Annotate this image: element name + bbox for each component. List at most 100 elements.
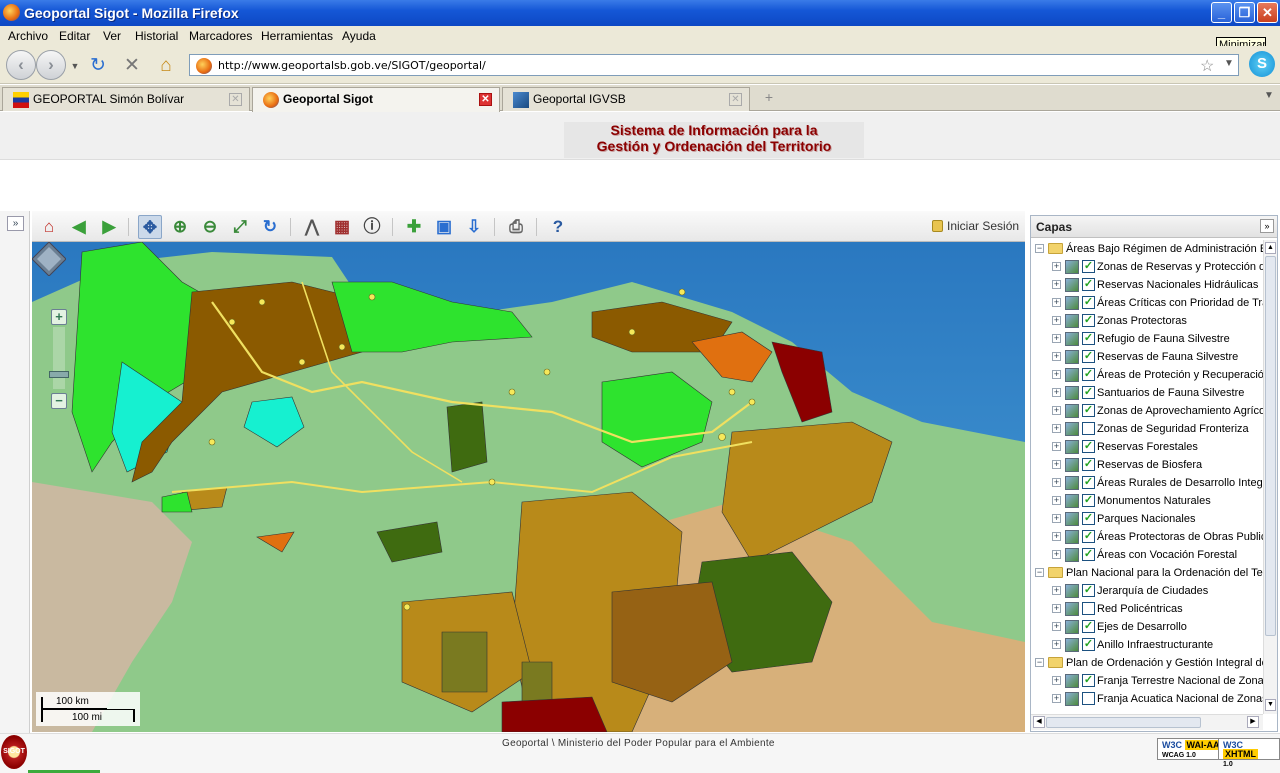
address-bar[interactable]: http://www.geoportalsb.gob.ve/SIGOT/geop…: [189, 54, 1239, 76]
zoom-bar[interactable]: [53, 327, 65, 389]
layer-checkbox[interactable]: ✓: [1082, 530, 1095, 543]
layer-item[interactable]: + ✓ Zonas de Reservas y Protección de: [1031, 258, 1263, 276]
layer-group-label[interactable]: Plan de Ordenación y Gestión Integral de: [1066, 654, 1263, 672]
zoom-out-icon[interactable]: ⊖: [198, 215, 222, 239]
url-text[interactable]: http://www.geoportalsb.gob.ve/SIGOT/geop…: [218, 59, 486, 72]
layer-item[interactable]: + ✓ Refugio de Fauna Silvestre: [1031, 330, 1263, 348]
layer-checkbox[interactable]: ✓: [1082, 512, 1095, 525]
home-extent-icon[interactable]: ⌂: [37, 215, 61, 239]
map-viewport[interactable]: + − 100 km 100 mi: [32, 242, 1025, 732]
menu-editar[interactable]: Editar: [59, 29, 90, 43]
history-dropdown-icon[interactable]: ▼: [64, 55, 86, 77]
maximize-button[interactable]: ❐: [1234, 2, 1255, 23]
layer-label[interactable]: Reservas Forestales: [1097, 438, 1198, 456]
layer-checkbox[interactable]: ✓: [1082, 494, 1095, 507]
layer-label[interactable]: Reservas Nacionales Hidráulicas: [1097, 276, 1258, 294]
tab-list-dropdown-icon[interactable]: ▼: [1264, 90, 1274, 101]
expand-layer-icon[interactable]: +: [1052, 370, 1061, 379]
layer-checkbox[interactable]: ✓: [1082, 458, 1095, 471]
pan-control-icon[interactable]: [32, 242, 66, 276]
layer-item[interactable]: + ✓ Áreas con Vocación Forestal: [1031, 546, 1263, 564]
info-icon[interactable]: ⓘ: [360, 215, 384, 239]
next-extent-icon[interactable]: ▶: [97, 215, 121, 239]
expand-layer-icon[interactable]: +: [1052, 262, 1061, 271]
previous-extent-icon[interactable]: ◀: [67, 215, 91, 239]
layer-checkbox[interactable]: ✓: [1082, 584, 1095, 597]
tab-geoportal-sigot[interactable]: Geoportal Sigot ✕: [252, 87, 500, 112]
layer-checkbox[interactable]: ✓: [1082, 260, 1095, 273]
layer-item[interactable]: + ✓ Zonas Protectoras: [1031, 312, 1263, 330]
tab-geoportal-simon-bolivar[interactable]: GEOPORTAL Simón Bolívar ✕: [2, 87, 250, 111]
layer-item[interactable]: + ✓ Áreas de Proteción y Recuperació: [1031, 366, 1263, 384]
expand-layer-icon[interactable]: +: [1052, 442, 1061, 451]
expand-layer-icon[interactable]: +: [1052, 676, 1061, 685]
expand-layer-icon[interactable]: +: [1052, 334, 1061, 343]
menu-historial[interactable]: Historial: [135, 29, 178, 43]
layer-label[interactable]: Jerarquía de Ciudades: [1097, 582, 1208, 600]
layer-label[interactable]: Franja Acuatica Nacional de Zonas: [1097, 690, 1263, 708]
layer-item[interactable]: + ✓ Áreas Rurales de Desarrollo Integr: [1031, 474, 1263, 492]
layer-group[interactable]: − Plan de Ordenación y Gestión Integral d…: [1031, 654, 1263, 672]
layer-checkbox[interactable]: [1082, 422, 1095, 435]
map-zoom-out-button[interactable]: −: [51, 393, 67, 409]
expand-layer-icon[interactable]: +: [1052, 694, 1061, 703]
layer-label[interactable]: Parques Nacionales: [1097, 510, 1195, 528]
layer-checkbox[interactable]: ✓: [1082, 674, 1095, 687]
layer-label[interactable]: Zonas de Reservas y Protección de: [1097, 258, 1263, 276]
layer-checkbox[interactable]: ✓: [1082, 296, 1095, 309]
expand-layer-icon[interactable]: +: [1052, 550, 1061, 559]
scroll-thumb[interactable]: [1046, 717, 1201, 728]
layer-checkbox[interactable]: ✓: [1082, 638, 1095, 651]
expand-layer-icon[interactable]: +: [1052, 460, 1061, 469]
layer-label[interactable]: Áreas Rurales de Desarrollo Integr: [1097, 474, 1263, 492]
layer-item[interactable]: + ✓ Reservas de Fauna Silvestre: [1031, 348, 1263, 366]
expand-layer-icon[interactable]: +: [1052, 640, 1061, 649]
layer-group[interactable]: − Áreas Bajo Régimen de Administración E: [1031, 240, 1263, 258]
scroll-left-icon[interactable]: ◀: [1033, 716, 1045, 728]
scroll-down-icon[interactable]: ▼: [1265, 699, 1276, 711]
layer-checkbox[interactable]: ✓: [1082, 278, 1095, 291]
expand-layer-icon[interactable]: +: [1052, 406, 1061, 415]
menu-archivo[interactable]: Archivo: [8, 29, 48, 43]
expand-layer-icon[interactable]: +: [1052, 424, 1061, 433]
layer-item[interactable]: + ✓ Jerarquía de Ciudades: [1031, 582, 1263, 600]
tab-geoportal-igvsb[interactable]: Geoportal IGVSB ✕: [502, 87, 750, 111]
menu-marcadores[interactable]: Marcadores: [189, 29, 252, 43]
login-link[interactable]: Iniciar Sesión: [932, 219, 1019, 233]
minimize-button[interactable]: _: [1211, 2, 1232, 23]
expand-layer-icon[interactable]: +: [1052, 316, 1061, 325]
scroll-thumb[interactable]: [1265, 256, 1276, 636]
expand-layer-icon[interactable]: +: [1052, 586, 1061, 595]
layer-group-label[interactable]: Áreas Bajo Régimen de Administración E: [1066, 240, 1263, 258]
help-icon[interactable]: ?: [546, 215, 570, 239]
layer-item[interactable]: + ✓ Anillo Infraestructurante: [1031, 636, 1263, 654]
layer-label[interactable]: Reservas de Fauna Silvestre: [1097, 348, 1238, 366]
save-icon[interactable]: ⇩: [462, 215, 486, 239]
measure-area-icon[interactable]: ▦: [330, 215, 354, 239]
menu-ver[interactable]: Ver: [103, 29, 121, 43]
expand-layer-icon[interactable]: +: [1052, 352, 1061, 361]
measure-distance-icon[interactable]: ⋀: [300, 215, 324, 239]
layer-item[interactable]: + ✓ Parques Nacionales: [1031, 510, 1263, 528]
expand-panel-icon[interactable]: »: [7, 216, 24, 231]
layer-item[interactable]: + ✓ Reservas Nacionales Hidráulicas: [1031, 276, 1263, 294]
zoom-extent-icon[interactable]: ⤢: [228, 215, 252, 239]
layer-item[interactable]: + ✓ Áreas Críticas con Prioridad de Tra: [1031, 294, 1263, 312]
open-folder-icon[interactable]: ▣: [432, 215, 456, 239]
collapse-panel-icon[interactable]: »: [1260, 219, 1274, 233]
zoom-slider-handle[interactable]: [49, 371, 69, 378]
layer-checkbox[interactable]: [1082, 692, 1095, 705]
layer-item[interactable]: + ✓ Reservas Forestales: [1031, 438, 1263, 456]
layer-item[interactable]: + ✓ Ejes de Desarrollo: [1031, 618, 1263, 636]
map-zoom-in-button[interactable]: +: [51, 309, 67, 325]
layer-item[interactable]: + ✓ Reservas de Biosfera: [1031, 456, 1263, 474]
layer-label[interactable]: Zonas de Seguridad Fronteriza: [1097, 420, 1249, 438]
tab-close-icon[interactable]: ✕: [229, 93, 242, 106]
collapse-group-icon[interactable]: −: [1035, 658, 1044, 667]
layer-group[interactable]: − Plan Nacional para la Ordenación del Te…: [1031, 564, 1263, 582]
layer-label[interactable]: Monumentos Naturales: [1097, 492, 1211, 510]
layer-checkbox[interactable]: ✓: [1082, 368, 1095, 381]
expand-layer-icon[interactable]: +: [1052, 622, 1061, 631]
layer-item[interactable]: + ✓ Zonas de Aprovechamiento Agríco: [1031, 402, 1263, 420]
map-canvas[interactable]: [32, 242, 1025, 732]
